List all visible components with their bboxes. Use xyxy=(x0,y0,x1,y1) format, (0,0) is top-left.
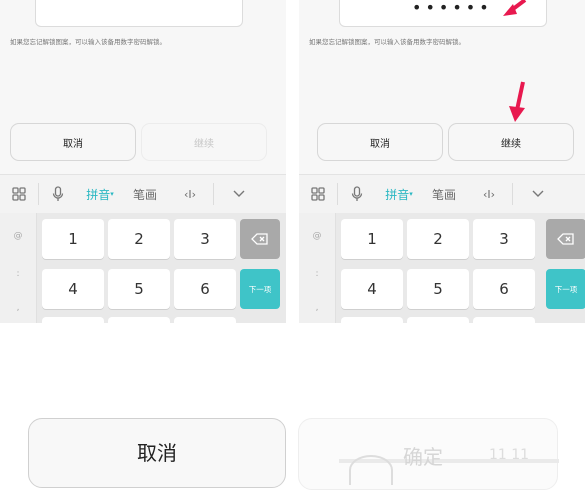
key-6[interactable]: 6 xyxy=(473,269,535,309)
key-4[interactable]: 4 xyxy=(42,269,104,309)
stroke-tab[interactable]: 笔画 xyxy=(123,175,167,213)
symbol-column: @ : , xyxy=(0,213,37,323)
cursor-tab[interactable]: ‹I› xyxy=(466,175,512,213)
pinyin-tab[interactable]: 拼音 ▾ xyxy=(77,175,123,213)
backspace-icon[interactable] xyxy=(240,219,280,259)
key-1[interactable]: 1 xyxy=(42,219,104,259)
zoomed-button-area: 取消 确定 11 11 xyxy=(0,323,587,490)
grid-icon[interactable] xyxy=(0,175,38,213)
chevron-down-icon[interactable] xyxy=(513,175,563,213)
next-key[interactable]: 下一项 xyxy=(240,269,280,309)
cancel-button[interactable]: 取消 xyxy=(317,123,443,161)
numeric-keypad: @ : , 1 2 3 4 5 6 下一项 xyxy=(299,213,585,323)
key-5[interactable]: 5 xyxy=(407,269,469,309)
arrow-icon xyxy=(509,81,525,122)
key-2[interactable]: 2 xyxy=(108,219,170,259)
key-2[interactable]: 2 xyxy=(407,219,469,259)
cursor-tab[interactable]: ‹I› xyxy=(167,175,213,213)
hint-text: 如果您忘记解锁图案，可以输入该备用数字密码解锁。 xyxy=(309,38,465,46)
symbol-column: @ : , xyxy=(299,213,336,323)
right-screenshot-panel: •••••• 如果您忘记解锁图案，可以输入该备用数字密码解锁。 取消 继续 拼音… xyxy=(299,0,585,323)
arrow-icon xyxy=(503,0,527,16)
cancel-button[interactable]: 取消 xyxy=(10,123,136,161)
confirm-label: 确定 xyxy=(403,445,443,469)
stroke-tab[interactable]: 笔画 xyxy=(422,175,466,213)
mic-icon[interactable] xyxy=(39,175,77,213)
next-key[interactable]: 下一项 xyxy=(546,269,585,309)
chevron-down-icon[interactable] xyxy=(214,175,264,213)
keyboard-toolbar: 拼音 ▾ 笔画 ‹I› xyxy=(299,174,585,214)
password-mask: •••••• xyxy=(412,0,493,17)
password-input[interactable] xyxy=(35,0,243,27)
watermark-digits: 11 11 xyxy=(489,447,530,463)
key-3[interactable]: 3 xyxy=(473,219,535,259)
symbol-comma[interactable]: , xyxy=(299,303,335,313)
symbol-colon[interactable]: : xyxy=(299,269,335,279)
hint-text: 如果您忘记解锁图案，可以输入该备用数字密码解锁。 xyxy=(10,38,166,46)
large-cancel-button[interactable]: 取消 xyxy=(28,418,286,488)
keyboard-toolbar: 拼音 ▾ 笔画 ‹I› xyxy=(0,174,286,214)
continue-button[interactable]: 继续 xyxy=(448,123,574,161)
large-confirm-button[interactable]: 确定 11 11 xyxy=(298,418,559,490)
key-5[interactable]: 5 xyxy=(108,269,170,309)
key-6[interactable]: 6 xyxy=(174,269,236,309)
pinyin-label: 拼音 xyxy=(385,187,410,202)
symbol-at[interactable]: @ xyxy=(299,231,335,241)
pinyin-label: 拼音 xyxy=(86,187,111,202)
numeric-keypad: @ : , 1 2 3 4 5 6 下一项 xyxy=(0,213,286,323)
symbol-at[interactable]: @ xyxy=(0,231,36,241)
backspace-icon[interactable] xyxy=(546,219,585,259)
grid-icon[interactable] xyxy=(299,175,337,213)
key-1[interactable]: 1 xyxy=(341,219,403,259)
left-screenshot-panel: 如果您忘记解锁图案，可以输入该备用数字密码解锁。 取消 继续 拼音 ▾ 笔画 ‹I… xyxy=(0,0,286,323)
symbol-colon[interactable]: : xyxy=(0,269,36,279)
pinyin-tab[interactable]: 拼音 ▾ xyxy=(376,175,422,213)
key-4[interactable]: 4 xyxy=(341,269,403,309)
mic-icon[interactable] xyxy=(338,175,376,213)
key-3[interactable]: 3 xyxy=(174,219,236,259)
watermark-logo-icon xyxy=(349,455,393,485)
continue-button[interactable]: 继续 xyxy=(141,123,267,161)
symbol-comma[interactable]: , xyxy=(0,303,36,313)
